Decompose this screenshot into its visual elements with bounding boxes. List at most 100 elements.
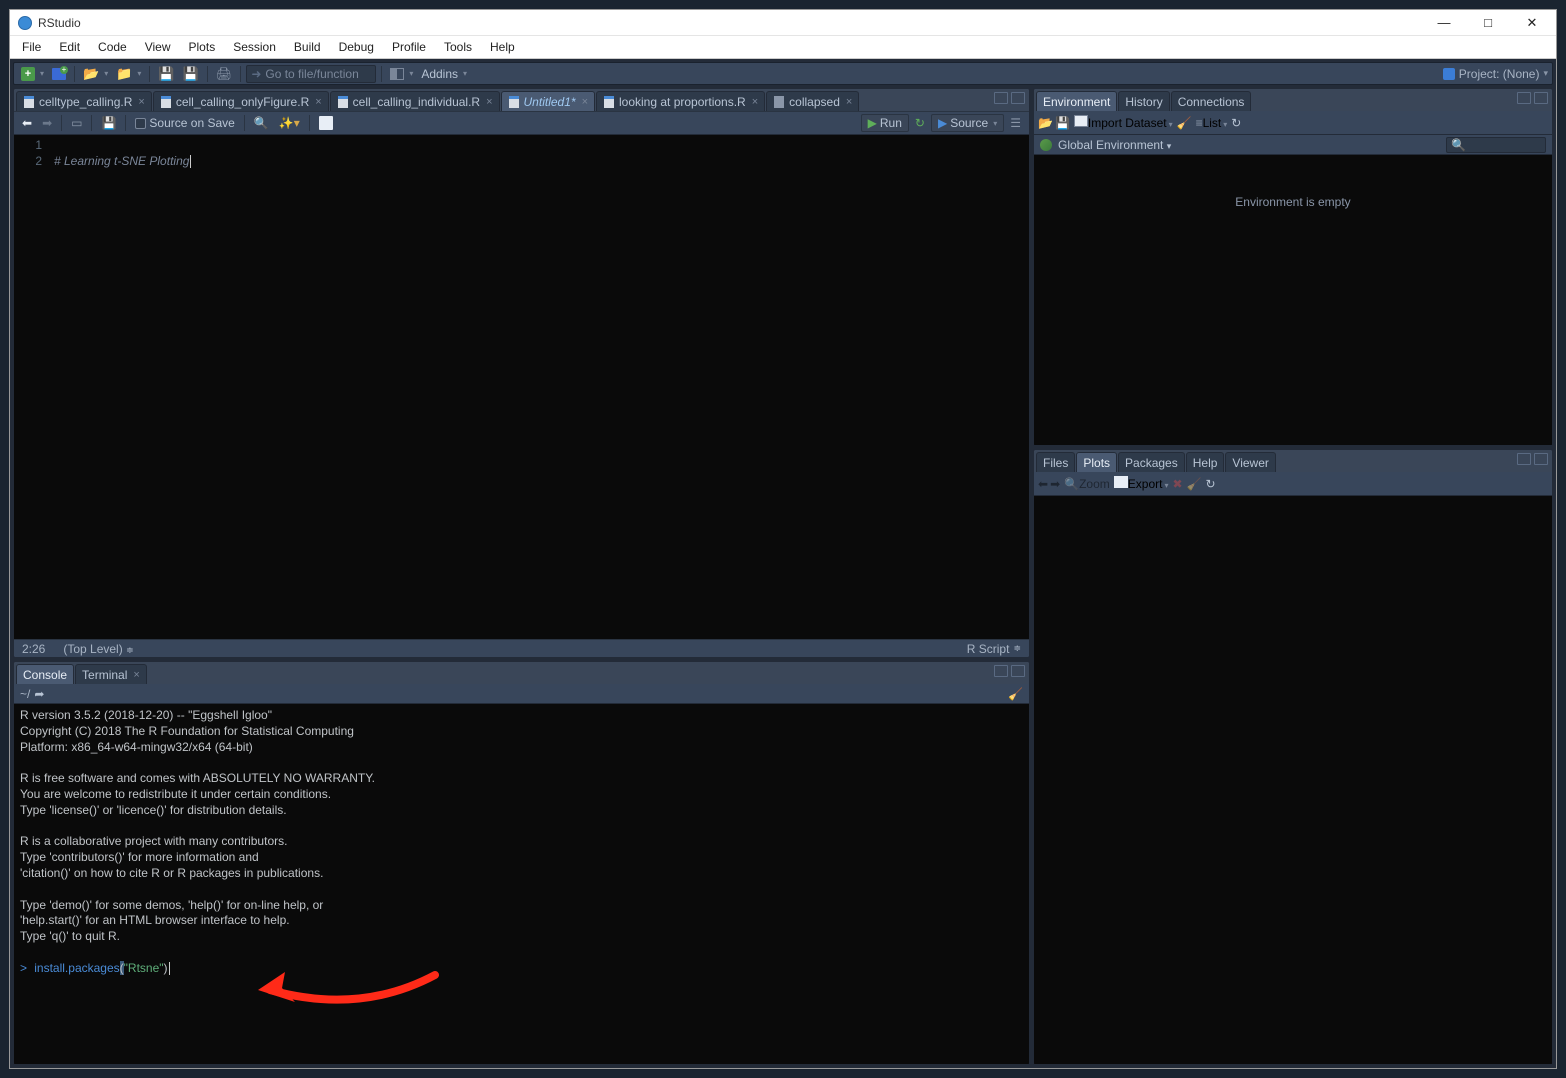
source-button[interactable]: ▶Source▾ bbox=[931, 114, 1004, 132]
console-fn: install.packages bbox=[34, 961, 119, 975]
tab-help[interactable]: Help bbox=[1186, 452, 1225, 472]
code-comment-line: # Learning t-SNE Plotting bbox=[54, 154, 189, 168]
lang-indicator[interactable]: R Script bbox=[967, 642, 1010, 656]
tab-cell-calling-onlyfigure[interactable]: cell_calling_onlyFigure.R× bbox=[153, 91, 329, 111]
tab-label: Plots bbox=[1083, 456, 1110, 470]
save-button[interactable]: 💾 bbox=[155, 65, 177, 83]
project-menu[interactable]: Project: (None) ▾ bbox=[1443, 67, 1548, 81]
plot-next-button[interactable]: ➡ bbox=[1050, 477, 1060, 491]
open-file-button[interactable]: 📂▾ bbox=[80, 65, 111, 83]
tab-untitled1[interactable]: Untitled1*× bbox=[501, 91, 595, 111]
refresh-env-button[interactable]: ↻ bbox=[1231, 116, 1241, 130]
menu-edit[interactable]: Edit bbox=[51, 38, 88, 56]
window-maximize-button[interactable]: □ bbox=[1466, 10, 1510, 36]
scope-indicator[interactable]: (Top Level) ≑ bbox=[63, 642, 133, 656]
print-button[interactable]: 🖨 bbox=[213, 65, 236, 83]
tab-collapsed[interactable]: collapsed× bbox=[766, 91, 859, 111]
source-pane: celltype_calling.R × cell_calling_onlyFig… bbox=[13, 88, 1030, 658]
project-label: Project: (None) bbox=[1459, 67, 1540, 81]
menu-file[interactable]: File bbox=[14, 38, 49, 56]
menu-view[interactable]: View bbox=[137, 38, 179, 56]
code-text-area[interactable]: # Learning t-SNE Plotting bbox=[50, 135, 1029, 639]
tab-celltype-calling[interactable]: celltype_calling.R × bbox=[16, 91, 152, 111]
save-file-button[interactable]: 💾 bbox=[97, 114, 120, 132]
pane-maximize-icon[interactable] bbox=[1011, 665, 1025, 677]
menu-debug[interactable]: Debug bbox=[331, 38, 382, 56]
nav-back-button[interactable]: ⬅ bbox=[18, 114, 36, 132]
plots-canvas bbox=[1034, 496, 1552, 1064]
console-output[interactable]: R version 3.5.2 (2018-12-20) -- "Eggshel… bbox=[14, 704, 1029, 1064]
close-icon[interactable]: × bbox=[315, 96, 321, 108]
code-editor[interactable]: 12 # Learning t-SNE Plotting bbox=[14, 135, 1029, 639]
remove-plot-button[interactable]: ✖ bbox=[1172, 477, 1182, 491]
menu-profile[interactable]: Profile bbox=[384, 38, 434, 56]
close-icon[interactable]: × bbox=[138, 96, 144, 108]
import-dataset-button[interactable]: Import Dataset▾ bbox=[1074, 115, 1173, 130]
clear-console-button[interactable]: 🧹 bbox=[1008, 687, 1023, 701]
env-scope-dropdown[interactable]: Global Environment ▾ bbox=[1058, 138, 1171, 152]
env-search-input[interactable]: 🔍 bbox=[1446, 137, 1546, 153]
line-gutter: 12 bbox=[14, 135, 50, 639]
menu-tools[interactable]: Tools bbox=[436, 38, 480, 56]
menu-session[interactable]: Session bbox=[225, 38, 284, 56]
tab-looking-at-proportions[interactable]: looking at proportions.R× bbox=[596, 91, 765, 111]
menu-code[interactable]: Code bbox=[90, 38, 135, 56]
source-on-save-check[interactable]: Source on Save bbox=[131, 114, 238, 132]
menu-plots[interactable]: Plots bbox=[181, 38, 224, 56]
pane-maximize-icon[interactable] bbox=[1534, 92, 1548, 104]
workspace-panes-button[interactable]: ▾ bbox=[387, 65, 416, 83]
tab-viewer[interactable]: Viewer bbox=[1225, 452, 1275, 472]
tab-terminal[interactable]: Terminal× bbox=[75, 664, 147, 684]
close-icon[interactable]: × bbox=[486, 96, 492, 108]
refresh-plots-button[interactable]: ↻ bbox=[1205, 477, 1215, 491]
menu-help[interactable]: Help bbox=[482, 38, 523, 56]
clear-ws-button[interactable]: 🧹 bbox=[1177, 116, 1192, 130]
tab-environment[interactable]: Environment bbox=[1036, 91, 1117, 111]
save-ws-button[interactable]: 💾 bbox=[1055, 116, 1070, 130]
pane-minimize-icon[interactable] bbox=[1517, 453, 1531, 465]
close-icon[interactable]: × bbox=[582, 96, 588, 108]
menu-build[interactable]: Build bbox=[286, 38, 329, 56]
wand-button[interactable]: ✨▾ bbox=[275, 114, 304, 132]
close-icon[interactable]: × bbox=[752, 96, 758, 108]
clear-plots-button[interactable]: 🧹 bbox=[1187, 477, 1202, 491]
tab-packages[interactable]: Packages bbox=[1118, 452, 1185, 472]
tab-history[interactable]: History bbox=[1118, 91, 1169, 111]
tab-plots[interactable]: Plots bbox=[1076, 452, 1117, 472]
pane-maximize-icon[interactable] bbox=[1534, 453, 1548, 465]
run-button[interactable]: ▶Run bbox=[861, 114, 909, 132]
spell-check-button[interactable]: 🔍 bbox=[250, 114, 273, 132]
save-all-button[interactable]: 💾 bbox=[180, 65, 202, 83]
list-view-button[interactable]: ≡List▾ bbox=[1196, 116, 1228, 130]
goto-file-input[interactable]: ➜Go to file/function bbox=[246, 65, 376, 83]
tab-console[interactable]: Console bbox=[16, 664, 74, 684]
close-icon[interactable]: × bbox=[133, 669, 139, 681]
new-project-button[interactable]: + bbox=[49, 65, 69, 83]
export-button[interactable]: Export▾ bbox=[1114, 476, 1169, 491]
outline-button[interactable]: ☰ bbox=[1006, 114, 1025, 132]
pane-maximize-icon[interactable] bbox=[1011, 92, 1025, 104]
report-button[interactable] bbox=[315, 114, 337, 132]
window-minimize-button[interactable]: ― bbox=[1422, 10, 1466, 36]
pane-minimize-icon[interactable] bbox=[1517, 92, 1531, 104]
recent-button[interactable]: 📁▾ bbox=[113, 65, 144, 83]
rerun-button[interactable]: ↻ bbox=[911, 114, 929, 132]
addins-button[interactable]: Addins▾ bbox=[418, 65, 470, 83]
tab-files[interactable]: Files bbox=[1036, 452, 1075, 472]
close-icon[interactable]: × bbox=[846, 96, 852, 108]
plot-prev-button[interactable]: ⬅ bbox=[1038, 477, 1048, 491]
nav-forward-button[interactable]: ➡ bbox=[38, 114, 56, 132]
zoom-button[interactable]: 🔍Zoom bbox=[1064, 477, 1110, 491]
tab-connections[interactable]: Connections bbox=[1171, 91, 1252, 111]
wd-arrow-icon[interactable]: ➦ bbox=[34, 687, 44, 701]
tab-label: celltype_calling.R bbox=[39, 95, 132, 109]
source-on-save-label: Source on Save bbox=[149, 116, 234, 130]
pane-minimize-icon[interactable] bbox=[994, 92, 1008, 104]
tab-cell-calling-individual[interactable]: cell_calling_individual.R× bbox=[330, 91, 500, 111]
new-file-button[interactable]: +▾ bbox=[18, 65, 47, 83]
pane-minimize-icon[interactable] bbox=[994, 665, 1008, 677]
show-in-new-window-button[interactable]: ▭ bbox=[67, 114, 86, 132]
tab-label: Viewer bbox=[1232, 456, 1268, 470]
window-close-button[interactable]: ✕ bbox=[1510, 10, 1554, 36]
load-ws-button[interactable]: 📂 bbox=[1038, 116, 1053, 130]
